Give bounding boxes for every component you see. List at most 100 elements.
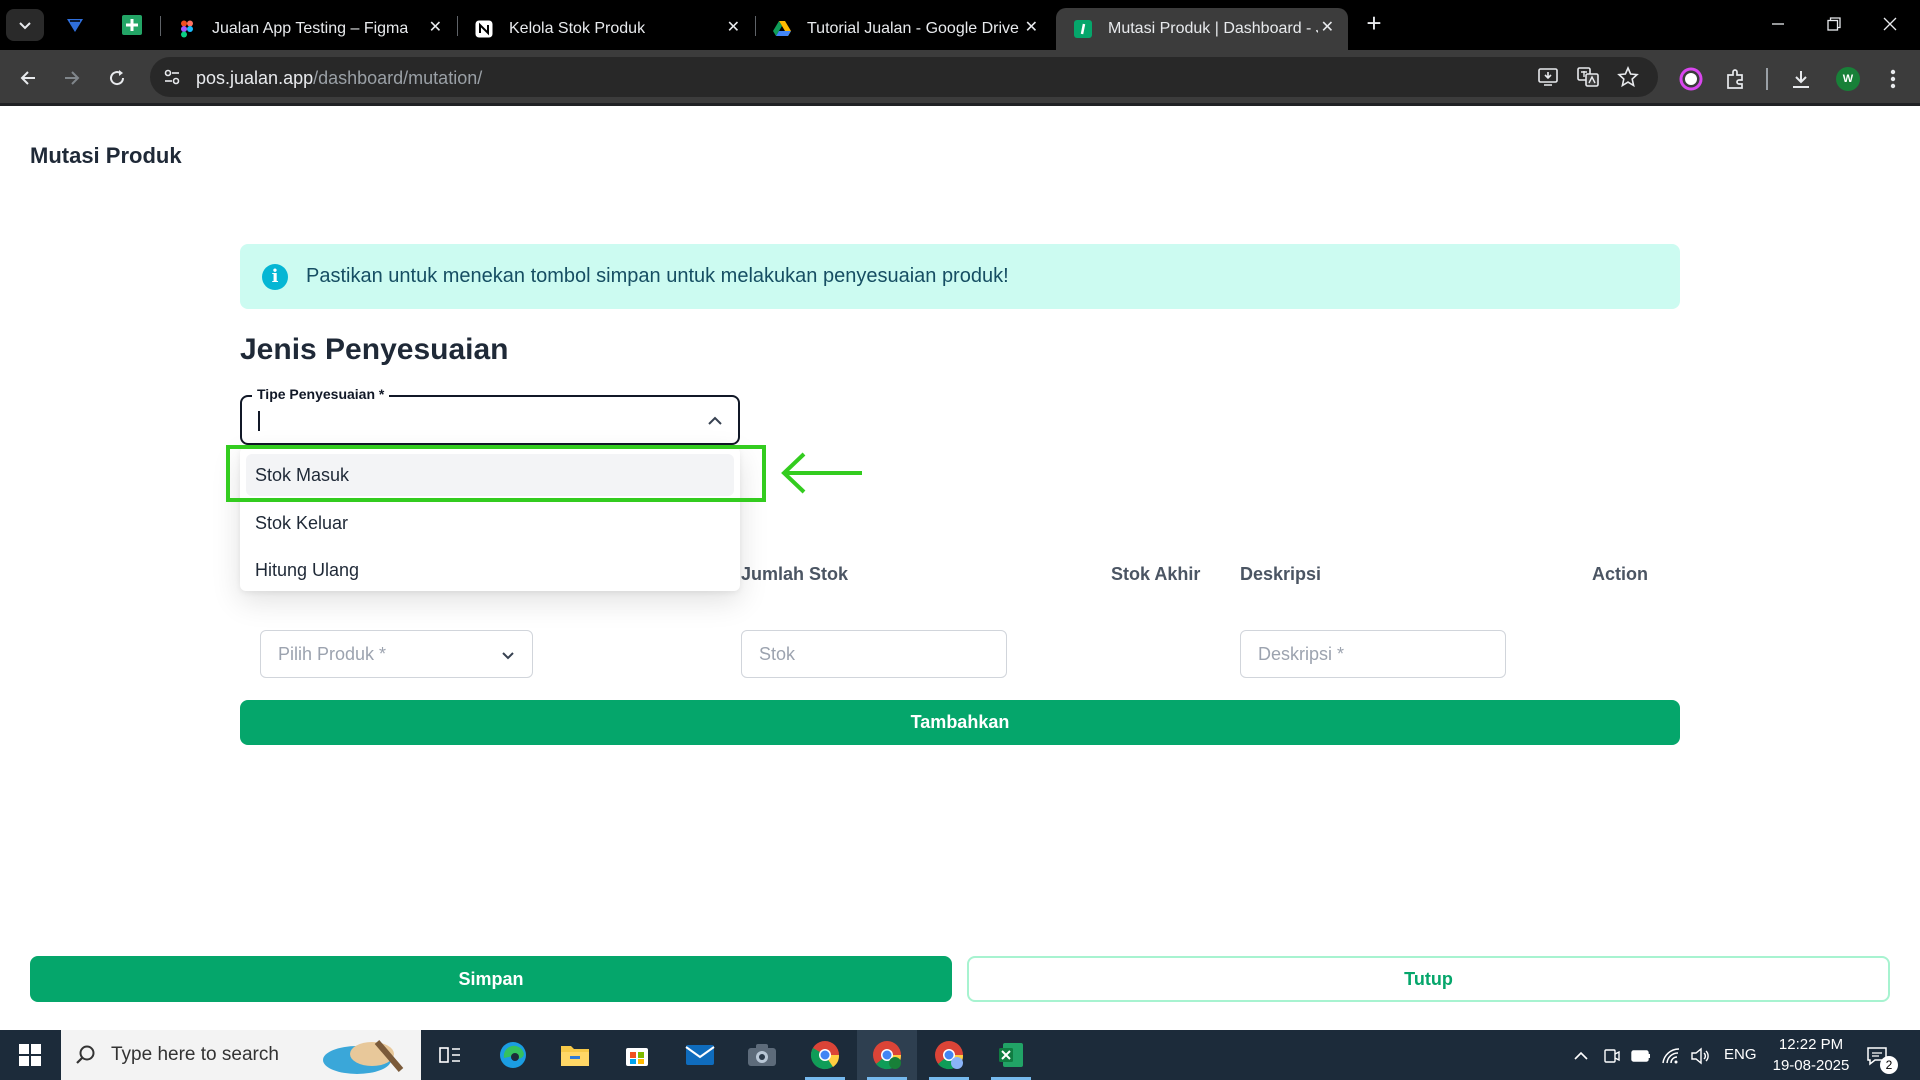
close-window-button[interactable] [1862,6,1918,42]
pinned-tab-todoist[interactable] [60,10,90,40]
taskbar-chrome[interactable] [795,1030,855,1080]
meet-now-icon[interactable] [1601,1045,1623,1067]
address-bar[interactable]: pos.jualan.app/dashboard/mutation/ [150,57,1658,97]
product-select[interactable]: Pilih Produk * [260,630,533,678]
adjustment-type-label: Tipe Penyesuaian * [252,386,390,402]
site-info-icon[interactable] [160,65,184,89]
extension-icon[interactable] [1678,66,1704,92]
column-header-description: Deskripsi [1240,564,1322,584]
search-highlight-art-icon [323,1040,404,1074]
tab-figma[interactable]: Jualan App Testing – Figma ✕ [160,8,456,50]
excel-icon [999,1043,1023,1067]
show-hidden-icons-chevron-up-icon[interactable] [1570,1045,1592,1067]
browser-toolbar: pos.jualan.app/dashboard/mutation/ W [0,50,1920,106]
language-indicator[interactable]: ENG [1724,1046,1757,1063]
chevron-down-icon [19,22,31,30]
close-icon[interactable]: ✕ [727,20,740,36]
column-header-action: Action [1592,564,1648,584]
chevron-down-icon [502,652,514,660]
clock-time[interactable]: 12:22 PM [1776,1036,1846,1053]
text-caret [258,411,260,431]
folder-icon [561,1046,589,1066]
install-app-icon[interactable] [1536,65,1560,89]
add-button[interactable]: Tambahkan [240,700,1680,745]
menu-kebab-icon[interactable] [1880,66,1906,92]
edge-icon [500,1042,526,1068]
option-hitung-ulang[interactable]: Hitung Ulang [246,549,734,591]
tab-search-button[interactable] [6,9,44,41]
save-button[interactable]: Simpan [30,956,952,1002]
alert-text: Pastikan untuk menekan tombol simpan unt… [306,265,1009,287]
info-alert: i Pastikan untuk menekan tombol simpan u… [240,244,1680,309]
close-icon[interactable]: ✕ [1025,20,1038,36]
url-host: pos.jualan.app [196,68,314,88]
restore-icon [1827,17,1841,31]
translate-icon[interactable] [1576,65,1600,89]
url-text[interactable]: pos.jualan.app/dashboard/mutation/ [196,68,482,89]
restore-button[interactable] [1806,6,1862,42]
stock-input-placeholder: Stok [759,643,796,664]
search-icon [76,1045,95,1064]
volume-icon[interactable] [1689,1045,1711,1067]
taskbar-chrome-profile-w[interactable] [857,1030,917,1080]
windows-taskbar: Type here to search ENG 12:22 PM 19-08-2… [0,1030,1920,1080]
tab-notion[interactable]: Kelola Stok Produk ✕ [457,8,754,50]
start-button[interactable] [0,1030,60,1080]
clock-date[interactable]: 19-08-2025 [1766,1057,1856,1074]
chrome-icon [810,1041,840,1070]
new-tab-button[interactable]: + [1360,10,1388,38]
tab-mutasi-produk[interactable]: Mutasi Produk | Dashboard - Ju ✕ [1056,8,1348,50]
column-header-final-stock: Stok Akhir [1111,564,1201,584]
tab-title: Jualan App Testing – Figma [212,20,409,37]
reload-button[interactable] [101,62,133,94]
arrow-right-icon [65,71,80,85]
tab-title: Kelola Stok Produk [509,20,646,37]
product-select-placeholder: Pilih Produk * [278,643,387,664]
adjustment-type-select[interactable]: Tipe Penyesuaian * [240,386,740,445]
taskbar-excel[interactable] [981,1030,1041,1080]
description-input[interactable]: Deskripsi * [1240,630,1506,678]
downloads-icon[interactable] [1788,66,1814,92]
task-view-button[interactable] [420,1030,480,1080]
battery-icon[interactable] [1630,1045,1652,1067]
page-title: Mutasi Produk [30,143,182,168]
notification-count-badge: 2 [1880,1056,1898,1074]
profile-avatar[interactable]: W [1836,67,1860,91]
wifi-icon[interactable] [1660,1045,1682,1067]
stock-input[interactable]: Stok [741,630,1007,678]
close-icon [1883,17,1897,31]
taskbar-file-explorer[interactable] [545,1030,605,1080]
taskbar-camera[interactable] [732,1030,792,1080]
bookmark-star-icon[interactable] [1616,65,1640,89]
section-title: Jenis Penyesuaian [240,333,509,366]
chrome-profile-icon [935,1041,964,1070]
taskbar-chrome-profile-2[interactable] [919,1030,979,1080]
taskbar-search-box[interactable]: Type here to search [61,1030,421,1080]
tab-title: Tutorial Jualan - Google Drive [807,20,1019,37]
pinned-tab-sheets[interactable] [117,10,147,40]
annotation-highlight-box [226,445,766,502]
minimize-button[interactable] [1750,6,1806,42]
description-input-placeholder: Deskripsi * [1258,643,1345,664]
column-header-stock-qty: Jumlah Stok [741,564,849,584]
extensions-puzzle-icon[interactable] [1723,66,1749,92]
taskbar-store[interactable] [607,1030,667,1080]
forward-button[interactable] [56,62,88,94]
taskbar-edge[interactable] [483,1030,543,1080]
toolbar-separator [1766,68,1768,90]
option-stok-keluar[interactable]: Stok Keluar [246,502,734,544]
annotation-arrow-left-icon [781,452,862,494]
chevron-up-icon[interactable] [704,410,726,432]
close-icon[interactable]: ✕ [1321,20,1334,36]
close-button[interactable]: Tutup [967,956,1890,1002]
notion-icon [475,20,493,38]
close-icon[interactable]: ✕ [429,20,442,36]
task-view-icon [439,1047,460,1063]
tab-google-drive[interactable]: Tutorial Jualan - Google Drive ✕ [755,8,1052,50]
jualan-icon [1074,20,1092,38]
windows-logo-icon [19,1044,41,1066]
chrome-profile-icon [873,1041,902,1070]
taskbar-mail[interactable] [670,1030,730,1080]
back-button[interactable] [12,62,44,94]
search-placeholder: Type here to search [111,1044,279,1065]
